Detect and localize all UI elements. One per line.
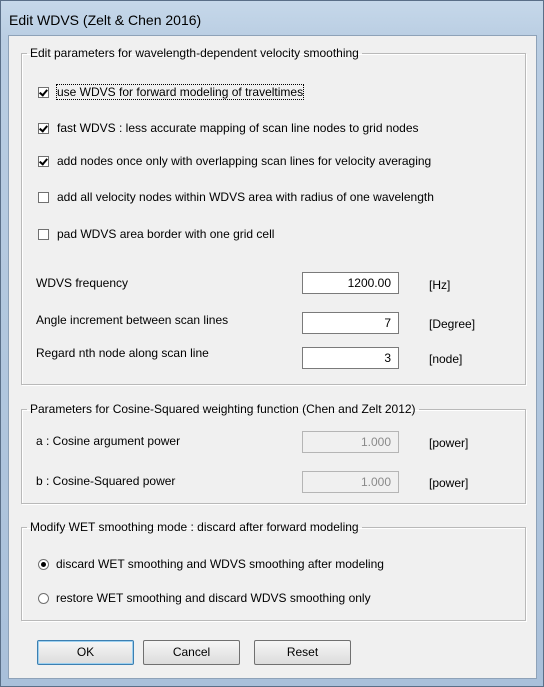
cosine-argument-power-input[interactable]: 1.000 [302, 431, 399, 453]
cosine-squared-power-input[interactable]: 1.000 [302, 471, 399, 493]
window-title: Edit WDVS (Zelt & Chen 2016) [9, 12, 202, 28]
wdvs-frequency-input[interactable]: 1200.00 [302, 272, 399, 294]
use-wdvs-checkbox-box[interactable] [38, 86, 49, 98]
add-all-velocity-nodes-label: add all velocity nodes within WDVS area … [57, 190, 434, 204]
add-nodes-once-checkbox[interactable]: add nodes once only with overlapping sca… [38, 154, 431, 168]
restore-wet-radio[interactable]: restore WET smoothing and discard WDVS s… [38, 591, 371, 605]
cosine-argument-power-label: a : Cosine argument power [36, 434, 181, 448]
wet-smoothing-legend: Modify WET smoothing mode : discard afte… [30, 520, 359, 534]
nth-node-label: Regard nth node along scan line [36, 346, 209, 360]
add-all-velocity-nodes-checkbox-box[interactable] [38, 191, 49, 203]
wdvs-parameters-legend: Edit parameters for wavelength-dependent… [30, 46, 359, 60]
dialog-client-area: Edit parameters for wavelength-dependent… [8, 35, 537, 679]
add-all-velocity-nodes-checkbox[interactable]: add all velocity nodes within WDVS area … [38, 190, 434, 204]
cosine-squared-power-unit: [power] [429, 476, 469, 490]
angle-increment-input[interactable]: 7 [302, 312, 399, 334]
use-wdvs-checkbox[interactable]: use WDVS for forward modeling of travelt… [38, 84, 305, 100]
pad-wdvs-border-label: pad WDVS area border with one grid cell [57, 227, 275, 241]
discard-wet-radio[interactable]: discard WET smoothing and WDVS smoothing… [38, 557, 384, 571]
fast-wdvs-checkbox[interactable]: fast WDVS : less accurate mapping of sca… [38, 121, 419, 135]
pad-wdvs-border-checkbox[interactable]: pad WDVS area border with one grid cell [38, 227, 274, 241]
wdvs-frequency-unit: [Hz] [429, 278, 451, 292]
dialog-window: Edit WDVS (Zelt & Chen 2016) Edit parame… [0, 0, 544, 687]
reset-button[interactable]: Reset [254, 640, 351, 665]
discard-wet-radio-button[interactable] [38, 558, 49, 570]
add-nodes-once-label: add nodes once only with overlapping sca… [57, 154, 432, 168]
cosine-squared-power-label: b : Cosine-Squared power [36, 474, 176, 488]
nth-node-input[interactable]: 3 [302, 347, 399, 369]
ok-button[interactable]: OK [37, 640, 134, 665]
cancel-button[interactable]: Cancel [143, 640, 240, 665]
add-nodes-once-checkbox-box[interactable] [38, 155, 49, 167]
fast-wdvs-label: fast WDVS : less accurate mapping of sca… [57, 121, 419, 135]
cosine-squared-legend: Parameters for Cosine-Squared weighting … [30, 402, 416, 416]
wdvs-frequency-label: WDVS frequency [36, 276, 129, 290]
fast-wdvs-checkbox-box[interactable] [38, 122, 49, 134]
restore-wet-label: restore WET smoothing and discard WDVS s… [56, 591, 371, 605]
discard-wet-label: discard WET smoothing and WDVS smoothing… [56, 557, 384, 571]
use-wdvs-label: use WDVS for forward modeling of travelt… [55, 84, 305, 100]
angle-increment-unit: [Degree] [429, 317, 476, 331]
nth-node-unit: [node] [429, 352, 463, 366]
cosine-argument-power-unit: [power] [429, 436, 469, 450]
angle-increment-label: Angle increment between scan lines [36, 313, 229, 327]
restore-wet-radio-button[interactable] [38, 592, 49, 604]
pad-wdvs-border-checkbox-box[interactable] [38, 228, 49, 240]
